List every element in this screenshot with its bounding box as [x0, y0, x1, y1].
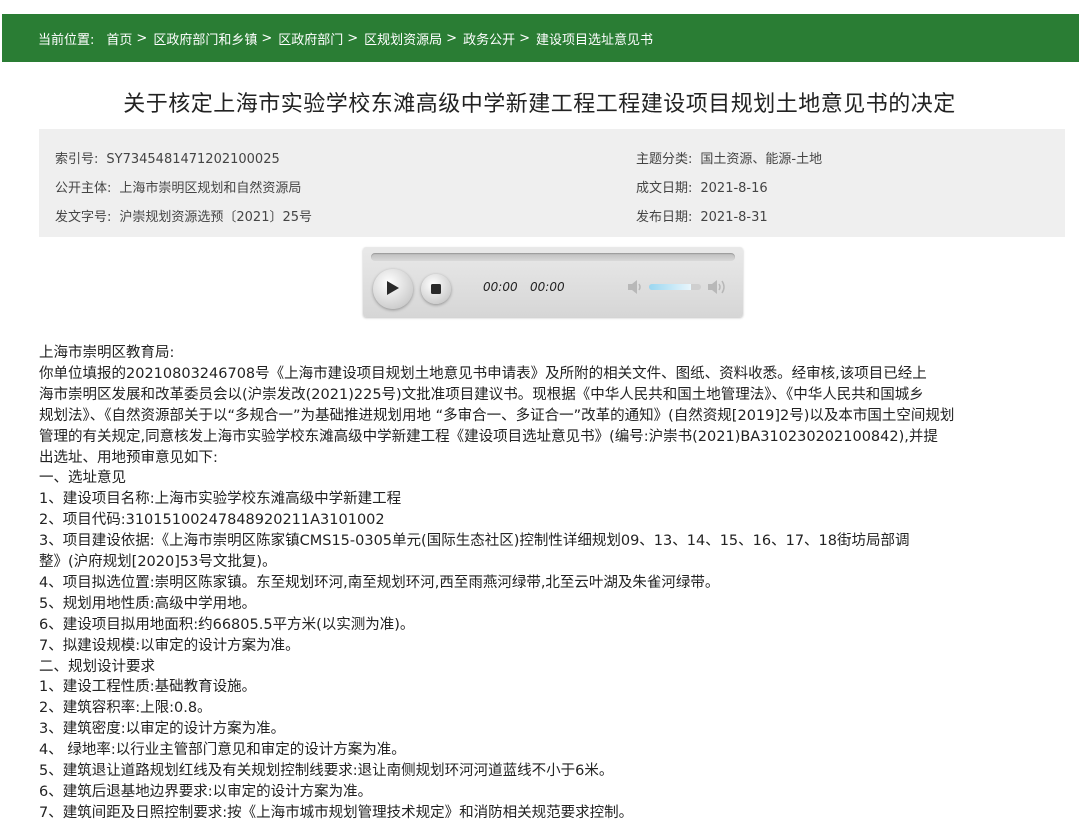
- meta-key: 公开主体:: [55, 181, 112, 196]
- audio-progress-bar[interactable]: [371, 253, 735, 261]
- breadcrumb-separator: >: [261, 30, 273, 46]
- body-line: 2、项目代码:31015100247848920211A3101002: [39, 512, 385, 529]
- play-icon: [387, 281, 399, 295]
- body-line: 6、建筑后退基地边界要求:以审定的设计方案为准。: [39, 783, 373, 800]
- breadcrumb-district-depts[interactable]: 区政府部门和乡镇: [153, 29, 257, 48]
- audio-player: 00:00 00:00: [363, 247, 743, 317]
- breadcrumb-separator: >: [519, 30, 530, 46]
- meta-key: 索引号:: [55, 152, 99, 167]
- meta-value: 国土资源、能源-土地: [700, 152, 823, 167]
- meta-value: SY7345481471202100025: [106, 152, 280, 167]
- document-meta: 索引号: SY7345481471202100025 公开主体: 上海市崇明区规划和…: [39, 129, 1065, 237]
- body-line: 2、建筑容积率:上限:0.8。: [39, 700, 212, 717]
- meta-value: 2021-8-16: [700, 181, 768, 196]
- body-line: 3、项目建设依据:《上海市崇明区陈家镇CMS15-0305单元(国际生态社区)控…: [39, 533, 910, 550]
- breadcrumb: 当前位置: 首页 > 区政府部门和乡镇 > 区政府部门 > 区规划资源局 > 政务公开 >…: [2, 14, 1079, 62]
- body-line: 海市崇明区发展和改革委员会以(沪崇发改(2021)225号)文批准项目建议书。现…: [39, 386, 924, 403]
- body-line: 一、选址意见: [39, 470, 126, 487]
- meta-value: 沪崇规划资源选预〔2021〕25号: [119, 210, 313, 225]
- breadcrumb-separator: >: [347, 30, 359, 46]
- meta-value: 上海市崇明区规划和自然资源局: [119, 181, 302, 196]
- meta-index-no: 索引号: SY7345481471202100025: [55, 148, 280, 167]
- current-time: 00:00: [483, 280, 518, 294]
- meta-category: 主题分类: 国土资源、能源-土地: [636, 148, 822, 167]
- stop-button[interactable]: [421, 274, 451, 304]
- body-line: 4、项目拟选位置:崇明区陈家镇。东至规划环河,南至规划环河,西至雨燕河绿带,北至…: [39, 574, 720, 591]
- meta-published-date: 发布日期: 2021-8-31: [636, 206, 768, 225]
- body-line: 管理的有关规定,同意核发上海市实验学校东滩高级中学新建工程《建设项目选址意见书》…: [39, 428, 938, 445]
- volume-slider[interactable]: [649, 284, 701, 290]
- meta-key: 发文字号:: [55, 210, 112, 225]
- breadcrumb-gov-affairs[interactable]: 政务公开: [463, 29, 515, 48]
- body-line: 6、建设项目拟用地面积:约66805.5平方米(以实测为准)。: [39, 616, 415, 633]
- body-line: 7、拟建设规模:以审定的设计方案为准。: [39, 637, 300, 654]
- breadcrumb-gov-depts[interactable]: 区政府部门: [278, 29, 343, 48]
- volume-level: [649, 284, 691, 290]
- body-line: 7、建筑间距及日照控制要求:按《上海市城市规划管理技术规定》和消防相关规范要求控…: [39, 804, 634, 821]
- body-line: 整》(沪府规划[2020]53号文批复)。: [39, 554, 277, 570]
- body-line: 5、规划用地性质:高级中学用地。: [39, 595, 257, 612]
- top-spacer: [0, 0, 1079, 14]
- meta-doc-no: 发文字号: 沪崇规划资源选预〔2021〕25号: [55, 206, 312, 225]
- breadcrumb-home[interactable]: 首页: [106, 29, 132, 48]
- body-line: 3、建筑密度:以审定的设计方案为准。: [39, 721, 286, 738]
- meta-value: 2021-8-31: [700, 210, 768, 225]
- body-line: 1、建设工程性质:基础教育设施。: [39, 679, 257, 696]
- body-line: 你单位填报的20210803246708号《上海市建设项目规划土地意见书申请表》…: [39, 365, 927, 382]
- mute-icon[interactable]: [627, 279, 645, 295]
- body-line: 规划法》、《自然资源部关于以“多规合一”为基础推进规划用地 “多审合一、多证合一…: [39, 407, 955, 424]
- breadcrumb-separator: >: [136, 30, 148, 46]
- breadcrumb-current[interactable]: 建设项目选址意见书: [536, 29, 653, 48]
- breadcrumb-separator: >: [446, 30, 458, 46]
- meta-key: 成文日期:: [636, 181, 693, 196]
- volume-max-icon[interactable]: [707, 278, 729, 296]
- play-button[interactable]: [373, 269, 413, 309]
- stop-icon: [431, 284, 441, 294]
- meta-key: 发布日期:: [636, 210, 693, 225]
- meta-created-date: 成文日期: 2021-8-16: [636, 177, 768, 196]
- breadcrumb-planning-bureau[interactable]: 区规划资源局: [364, 29, 442, 48]
- body-line: 上海市崇明区教育局:: [39, 345, 175, 361]
- page-title: 关于核定上海市实验学校东滩高级中学新建工程工程建设项目规划土地意见书的决定: [123, 92, 956, 117]
- body-line: 4、 绿地率:以行业主管部门意见和审定的设计方案为准。: [39, 742, 406, 759]
- duration-time: 00:00: [530, 280, 565, 294]
- meta-publisher: 公开主体: 上海市崇明区规划和自然资源局: [55, 177, 301, 196]
- breadcrumb-label: 当前位置:: [38, 32, 95, 48]
- body-line: 1、建设项目名称:上海市实验学校东滩高级中学新建工程: [39, 491, 402, 508]
- body-line: 出选址、用地预审意见如下:: [39, 449, 218, 466]
- body-line: 5、建筑退让道路规划红线及有关规划控制线要求:退让南侧规划环河河道蓝线不小于6米…: [39, 763, 614, 779]
- meta-key: 主题分类:: [636, 152, 693, 167]
- body-line: 二、规划设计要求: [39, 658, 155, 675]
